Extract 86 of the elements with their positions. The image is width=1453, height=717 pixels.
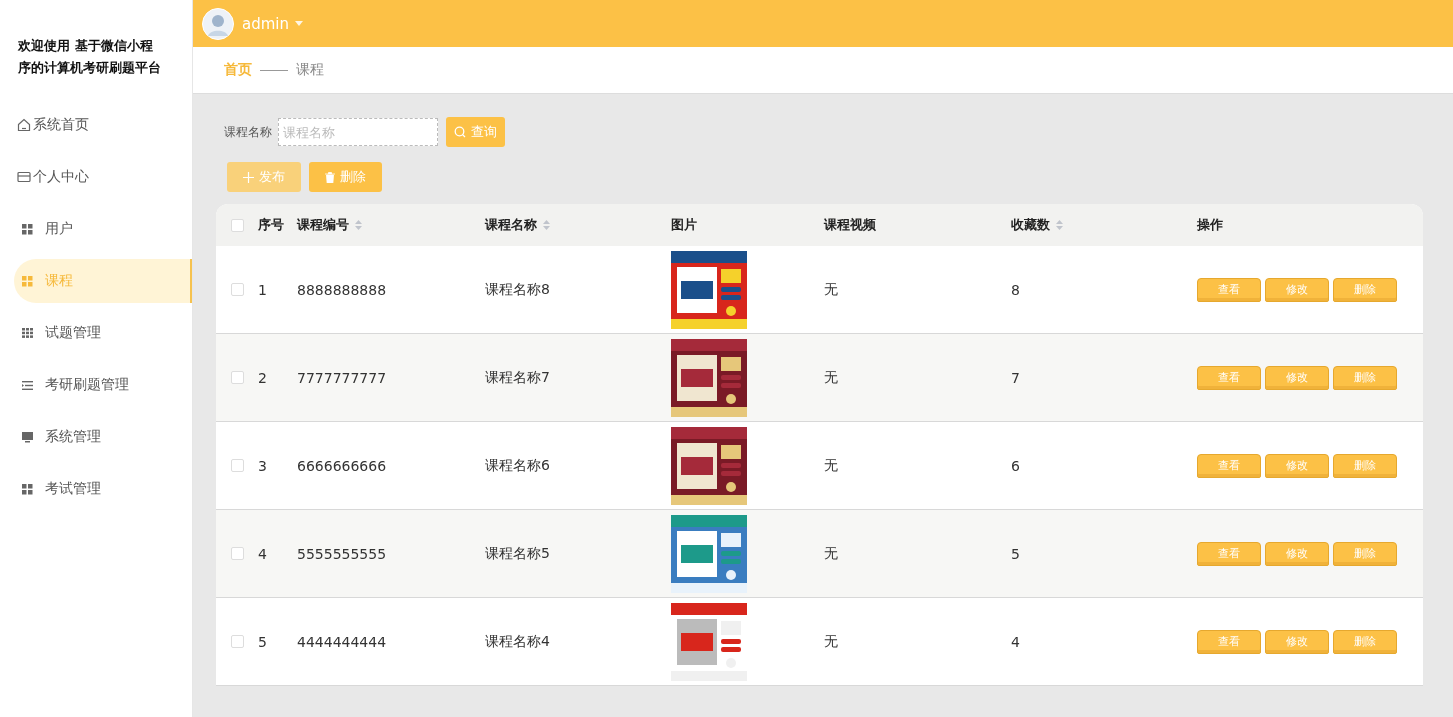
grid-icon	[22, 328, 33, 338]
table-cell: 5	[1011, 545, 1020, 562]
nav-item[interactable]: 个人中心	[14, 155, 192, 199]
row-action-button[interactable]: 修改	[1265, 365, 1329, 390]
grid-icon	[22, 275, 33, 287]
table-cell: 无	[824, 456, 838, 475]
breadcrumb-item[interactable]: 首页	[224, 61, 252, 79]
table-cell: 4	[258, 545, 267, 562]
table-cell: 课程名称6	[485, 456, 550, 475]
sort-icon[interactable]	[355, 220, 362, 230]
search-field[interactable]: 课程名称	[278, 118, 438, 146]
row-action-button[interactable]: 删除	[1333, 277, 1397, 302]
column-header[interactable]: 收藏数	[1011, 216, 1050, 234]
nav-item[interactable]: 系统管理	[14, 415, 192, 459]
field-label: 课程名称	[224, 123, 272, 141]
table-cell: 无	[824, 544, 838, 563]
table-cell: 5555555555	[297, 545, 387, 562]
row-checkbox[interactable]	[230, 547, 244, 560]
column-header: 图片	[671, 216, 697, 234]
table-cell: 1	[258, 281, 267, 298]
grid-icon	[22, 483, 33, 495]
sort-icon[interactable]	[1056, 220, 1063, 230]
home-icon	[17, 118, 31, 132]
plus-icon	[243, 171, 254, 183]
table-cell: 2	[258, 369, 267, 386]
monitor-icon	[22, 431, 33, 443]
nav-item[interactable]: 考试管理	[14, 467, 192, 511]
table-cell: 无	[824, 280, 838, 299]
nav-item[interactable]: 系统首页	[14, 103, 192, 147]
trash-icon	[325, 171, 335, 183]
nav-item[interactable]: 课程	[14, 259, 192, 303]
card-icon	[17, 170, 31, 184]
app-title: 欢迎使用 基于微信小程序的计算机考研刷题平台	[17, 37, 162, 77]
row-checkbox[interactable]	[230, 635, 244, 648]
table-cell: 无	[824, 632, 838, 651]
row-action-button[interactable]: 修改	[1265, 629, 1329, 654]
table-cell: 课程名称4	[485, 632, 550, 651]
column-header: 操作	[1197, 216, 1223, 234]
table-cell: 7	[1011, 369, 1020, 386]
table-cell: 课程名称7	[485, 368, 550, 387]
row-action-button[interactable]: 修改	[1265, 453, 1329, 478]
nav-item[interactable]: 考研刷题管理	[14, 363, 192, 407]
row-action-button[interactable]: 查看	[1197, 453, 1261, 478]
select-all-checkbox[interactable]	[230, 218, 244, 232]
row-action-button[interactable]: 修改	[1265, 277, 1329, 302]
table-cell: 4444444444	[297, 633, 387, 650]
column-header[interactable]: 课程编号	[297, 216, 349, 234]
table-cell: 3	[258, 457, 267, 474]
table-cell: 8888888888	[297, 281, 387, 298]
grid-icon	[22, 223, 33, 235]
breadcrumb-separator	[260, 69, 288, 71]
row-checkbox[interactable]	[230, 459, 244, 472]
table-cell: 4	[1011, 633, 1020, 650]
row-action-button[interactable]: 修改	[1265, 541, 1329, 566]
table-cell: 7777777777	[297, 369, 387, 386]
column-header[interactable]: 课程名称	[485, 216, 537, 234]
table-cell: 6	[1011, 457, 1020, 474]
list-icon	[22, 380, 33, 390]
table-cell: 课程名称5	[485, 544, 550, 563]
nav-item[interactable]: 试题管理	[14, 311, 192, 355]
sort-icon[interactable]	[543, 220, 550, 230]
delete-button[interactable]: 删除	[309, 162, 382, 192]
breadcrumb-item: 课程	[296, 61, 324, 79]
row-checkbox[interactable]	[230, 283, 244, 296]
table-cell: 课程名称8	[485, 280, 550, 299]
nav-item[interactable]: 用户	[14, 207, 192, 251]
table-cell: 5	[258, 633, 267, 650]
row-action-button[interactable]: 删除	[1333, 629, 1397, 654]
column-header: 课程视频	[824, 216, 876, 234]
table-cell: 6666666666	[297, 457, 387, 474]
row-action-button[interactable]: 查看	[1197, 541, 1261, 566]
user-menu[interactable]: admin	[242, 14, 289, 33]
search-icon	[454, 126, 466, 138]
row-action-button[interactable]: 删除	[1333, 541, 1397, 566]
table-cell: 8	[1011, 281, 1020, 298]
caret-icon[interactable]	[295, 21, 303, 26]
column-header: 序号	[258, 216, 284, 234]
avatar[interactable]	[202, 7, 234, 40]
search-button[interactable]: 查询	[446, 117, 505, 147]
row-action-button[interactable]: 查看	[1197, 277, 1261, 302]
row-action-button[interactable]: 查看	[1197, 629, 1261, 654]
row-action-button[interactable]: 查看	[1197, 365, 1261, 390]
row-action-button[interactable]: 删除	[1333, 365, 1397, 390]
row-action-button[interactable]: 删除	[1333, 453, 1397, 478]
table-cell: 无	[824, 368, 838, 387]
row-checkbox[interactable]	[230, 371, 244, 384]
